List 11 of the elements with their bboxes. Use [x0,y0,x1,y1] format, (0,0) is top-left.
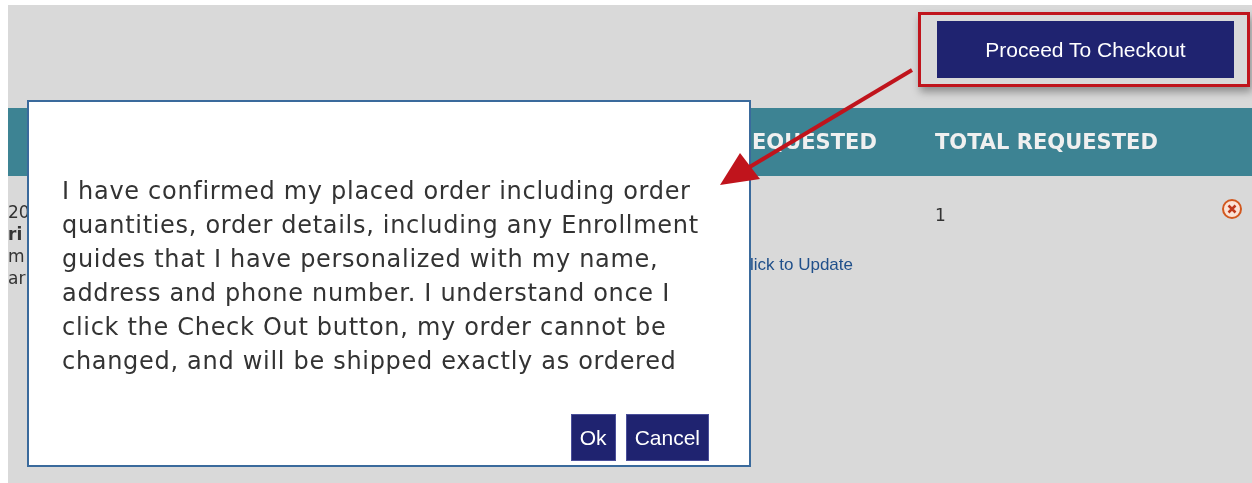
ok-button[interactable]: Ok [570,414,616,461]
remove-icon[interactable] [1221,198,1243,220]
total-cell: 1 [935,205,946,225]
cell-text: m [8,245,26,267]
dialog-message: I have confirmed my placed order including order quantities, order details, including any Enrollment guides that I have personalized with my name, address and phone number. I understand once I click the Check Out button, my order cannot be changed, and will be shipped exactly as ordered [62,176,700,377]
column-header: TOTAL REQUESTED [935,130,1158,154]
cell-text: ar [8,267,27,289]
cell-text: ri [8,223,24,245]
cancel-button[interactable]: Cancel [625,414,709,461]
update-link[interactable]: lick to Update [750,255,853,275]
checkout-button[interactable]: Proceed To Checkout [937,21,1234,78]
